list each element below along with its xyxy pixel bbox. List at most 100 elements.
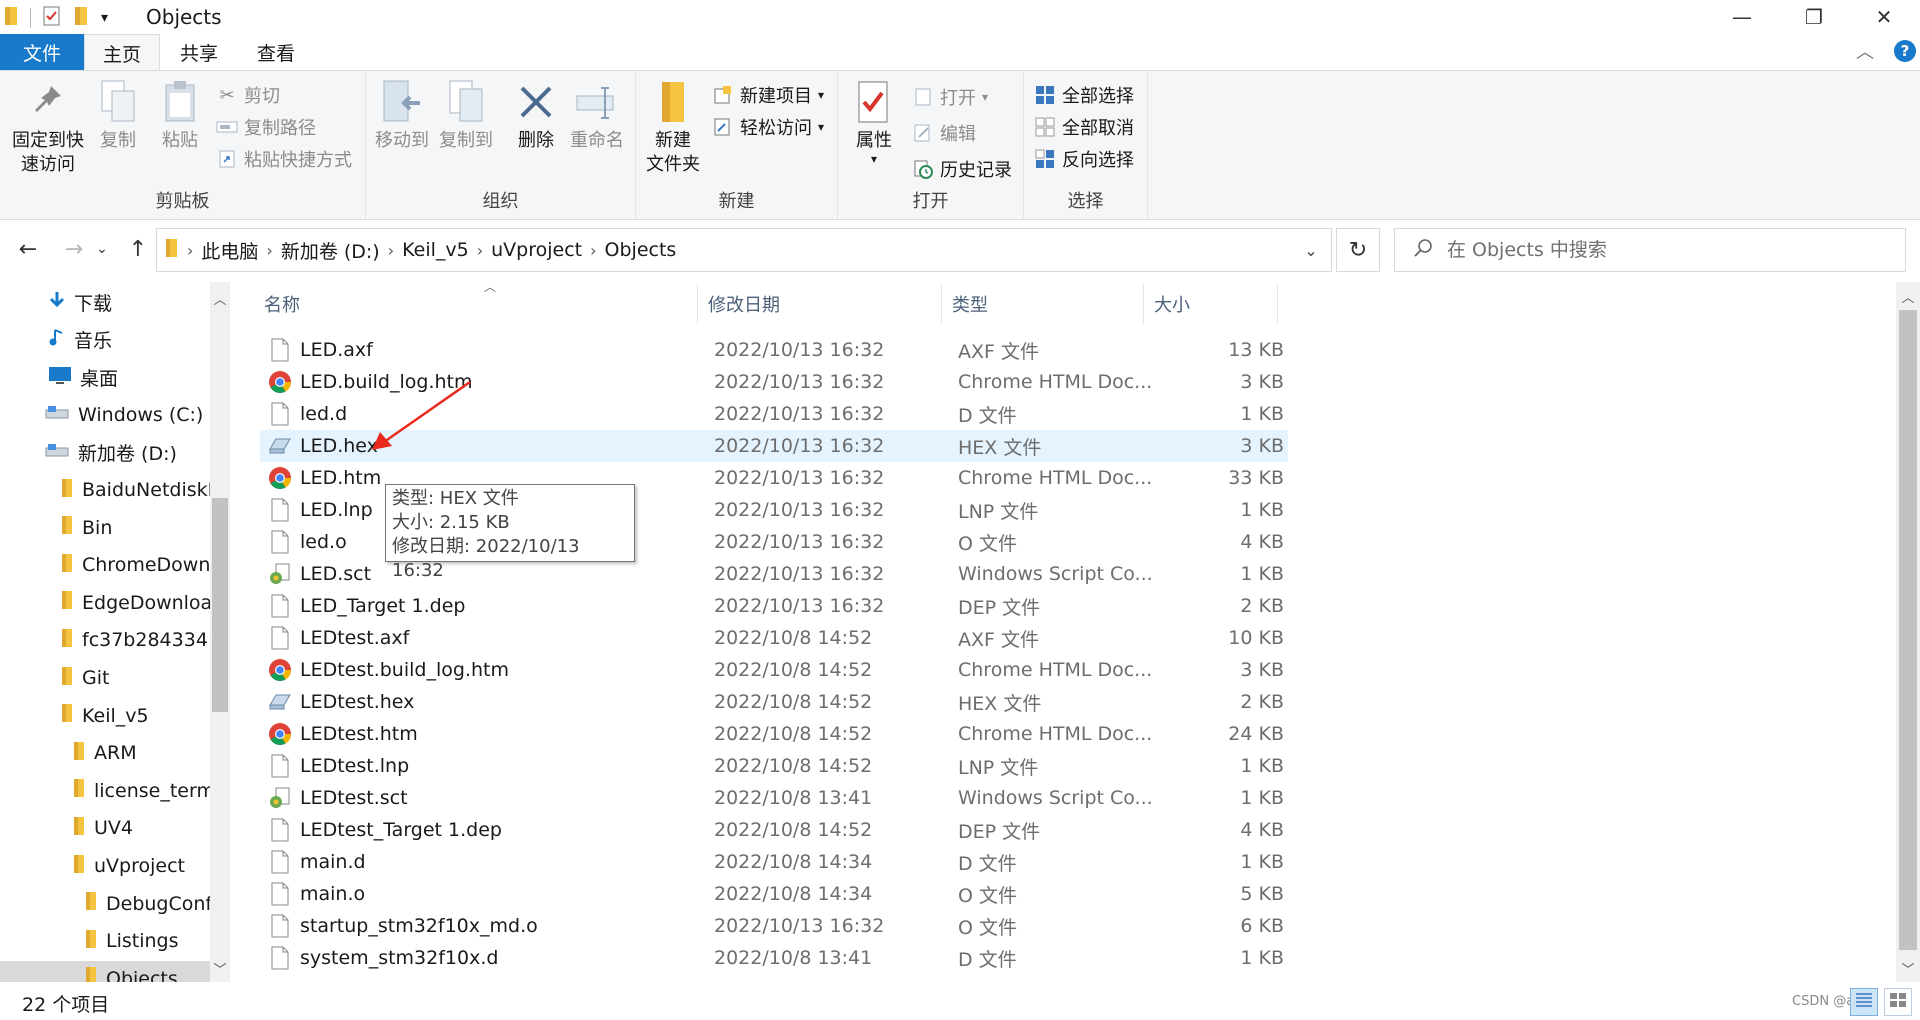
copy-button[interactable]: 复制: [94, 79, 142, 153]
copy-to-button[interactable]: 复制到: [438, 79, 494, 153]
collapse-ribbon-button[interactable]: ︿: [1856, 38, 1874, 64]
history-button[interactable]: 历史记录: [912, 155, 1012, 183]
help-button[interactable]: ?: [1894, 40, 1916, 62]
scroll-down-arrow[interactable]: ﹀: [1898, 958, 1918, 978]
properties-icon[interactable]: [41, 5, 63, 32]
details-view-button[interactable]: [1850, 988, 1878, 1016]
file-row[interactable]: LEDtest.build_log.htm 2022/10/8 14:52 Chro…: [260, 654, 1288, 686]
file-row[interactable]: LEDtest.lnp 2022/10/8 14:52 LNP 文件 1 KB: [260, 750, 1288, 782]
delete-button[interactable]: 删除: [512, 79, 560, 153]
nav-item[interactable]: license_term: [0, 773, 210, 809]
nav-item[interactable]: Git: [0, 660, 210, 696]
recent-locations-button[interactable]: ⌄: [92, 232, 112, 266]
nav-item[interactable]: 新加卷 (D:): [0, 434, 210, 470]
rename-button[interactable]: 重命名: [566, 79, 628, 153]
breadcrumb-item[interactable]: 新加卷 (D:): [275, 237, 386, 264]
search-box[interactable]: [1394, 228, 1906, 272]
pin-quick-access-button[interactable]: 固定到快 速访问: [8, 79, 88, 177]
breadcrumb-item[interactable]: Objects: [599, 239, 683, 261]
nav-item[interactable]: EdgeDownload: [0, 585, 210, 621]
scroll-up-arrow[interactable]: ︿: [1898, 286, 1918, 306]
file-row[interactable]: system_stm32f10x.d 2022/10/8 13:41 D 文件 1 K…: [260, 942, 1288, 974]
close-button[interactable]: ✕: [1848, 0, 1920, 34]
minimize-button[interactable]: —: [1706, 0, 1778, 34]
column-type[interactable]: 类型: [942, 284, 1144, 324]
breadcrumb-item[interactable]: 此电脑: [195, 237, 264, 264]
properties-button[interactable]: 属性 ▾: [848, 79, 900, 165]
tab-view[interactable]: 查看: [238, 34, 314, 70]
column-date-label: 修改日期: [708, 295, 780, 316]
restore-button[interactable]: ❐: [1778, 0, 1850, 34]
new-folder-button[interactable]: 新建 文件夹: [640, 79, 706, 177]
nav-item[interactable]: 下载: [0, 284, 210, 320]
file-size: 1 KB: [1240, 787, 1284, 809]
nav-scrollbar-thumb[interactable]: [212, 498, 228, 712]
nav-item[interactable]: uVproject: [0, 848, 210, 884]
forward-button[interactable]: →: [58, 232, 90, 266]
new-item-label: 新建项目: [740, 86, 812, 107]
new-folder-icon[interactable]: [73, 5, 91, 32]
tab-share[interactable]: 共享: [162, 34, 236, 70]
file-row[interactable]: LED.axf 2022/10/13 16:32 AXF 文件 13 KB: [260, 334, 1288, 366]
select-all-button[interactable]: 全部选择: [1034, 81, 1134, 109]
nav-item[interactable]: UV4: [0, 810, 210, 846]
nav-item[interactable]: ChromeDownl: [0, 547, 210, 583]
file-row[interactable]: startup_stm32f10x_md.o 2022/10/13 16:32 O …: [260, 910, 1288, 942]
nav-item[interactable]: Objects: [0, 960, 210, 982]
nav-item[interactable]: Bin: [0, 510, 210, 546]
nav-item[interactable]: Windows (C:): [0, 397, 210, 433]
file-row[interactable]: LED_Target 1.dep 2022/10/13 16:32 DEP 文件 2 …: [260, 590, 1288, 622]
file-size: 1 KB: [1240, 755, 1284, 777]
file-date: 2022/10/8 14:34: [714, 883, 873, 905]
edit-button[interactable]: 编辑: [912, 119, 976, 147]
invert-selection-button[interactable]: 反向选择: [1034, 145, 1134, 173]
hex-file-icon: [268, 689, 292, 715]
move-to-button[interactable]: 移动到: [374, 79, 430, 153]
address-bar[interactable]: › 此电脑 › 新加卷 (D:) › Keil_v5 › uVproject ›…: [156, 228, 1332, 272]
tab-file[interactable]: 文件: [0, 34, 84, 70]
file-row[interactable]: LEDtest_Target 1.dep 2022/10/8 14:52 DEP 文…: [260, 814, 1288, 846]
cut-button[interactable]: ✂ 剪切: [216, 81, 280, 109]
scroll-up-arrow[interactable]: ︿: [210, 288, 230, 308]
file-row[interactable]: main.o 2022/10/8 14:34 O 文件 5 KB: [260, 878, 1288, 910]
file-row[interactable]: LEDtest.axf 2022/10/8 14:52 AXF 文件 10 KB: [260, 622, 1288, 654]
nav-item[interactable]: 桌面: [0, 359, 210, 395]
ribbon-tabs: 文件 主页 共享 查看 ︿ ?: [0, 34, 1920, 71]
copy-path-button[interactable]: 复制路径: [216, 113, 316, 141]
file-list-scrollbar-thumb[interactable]: [1899, 310, 1917, 950]
file-row[interactable]: LEDtest.hex 2022/10/8 14:52 HEX 文件 2 KB: [260, 686, 1288, 718]
large-icons-view-button[interactable]: [1884, 988, 1912, 1016]
nav-item[interactable]: ARM: [0, 735, 210, 771]
nav-item-label: EdgeDownload: [82, 591, 210, 614]
back-button[interactable]: ←: [12, 232, 44, 266]
refresh-button[interactable]: ↻: [1336, 228, 1380, 272]
select-none-button[interactable]: 全部取消: [1034, 113, 1134, 141]
chevron-down-icon[interactable]: ▾: [101, 10, 108, 26]
file-row[interactable]: LEDtest.sct 2022/10/8 13:41 Windows Script…: [260, 782, 1288, 814]
file-list-scrollbar[interactable]: ︿ ﹀: [1896, 282, 1920, 982]
column-date[interactable]: 修改日期: [698, 284, 942, 324]
nav-item[interactable]: 音乐: [0, 322, 210, 358]
up-button[interactable]: ↑: [122, 232, 154, 266]
file-row[interactable]: main.d 2022/10/8 14:34 D 文件 1 KB: [260, 846, 1288, 878]
new-item-button[interactable]: 新建项目 ▾: [712, 81, 824, 109]
paste-shortcut-button[interactable]: 粘贴快捷方式: [216, 145, 352, 173]
chevron-down-icon[interactable]: ⌄: [1291, 229, 1331, 271]
tab-home[interactable]: 主页: [84, 34, 160, 71]
nav-scrollbar[interactable]: ︿ ﹀: [210, 282, 230, 982]
nav-item[interactable]: Listings: [0, 923, 210, 959]
nav-item[interactable]: DebugConf: [0, 886, 210, 922]
scroll-down-arrow[interactable]: ﹀: [210, 958, 230, 978]
easy-access-button[interactable]: 轻松访问 ▾: [712, 113, 824, 141]
nav-item[interactable]: BaiduNetdiskD: [0, 472, 210, 508]
nav-item[interactable]: Keil_v5: [0, 698, 210, 734]
open-button[interactable]: 打开 ▾: [912, 83, 988, 111]
column-size[interactable]: 大小: [1144, 284, 1278, 324]
column-name[interactable]: 名称 ︿: [254, 282, 698, 324]
paste-button[interactable]: 粘贴: [156, 79, 204, 153]
breadcrumb-item[interactable]: uVproject: [485, 239, 588, 261]
breadcrumb-item[interactable]: Keil_v5: [396, 239, 475, 261]
nav-item[interactable]: fc37b2843341: [0, 622, 210, 658]
search-input[interactable]: [1447, 239, 1867, 261]
file-row[interactable]: LEDtest.htm 2022/10/8 14:52 Chrome HTML Do…: [260, 718, 1288, 750]
